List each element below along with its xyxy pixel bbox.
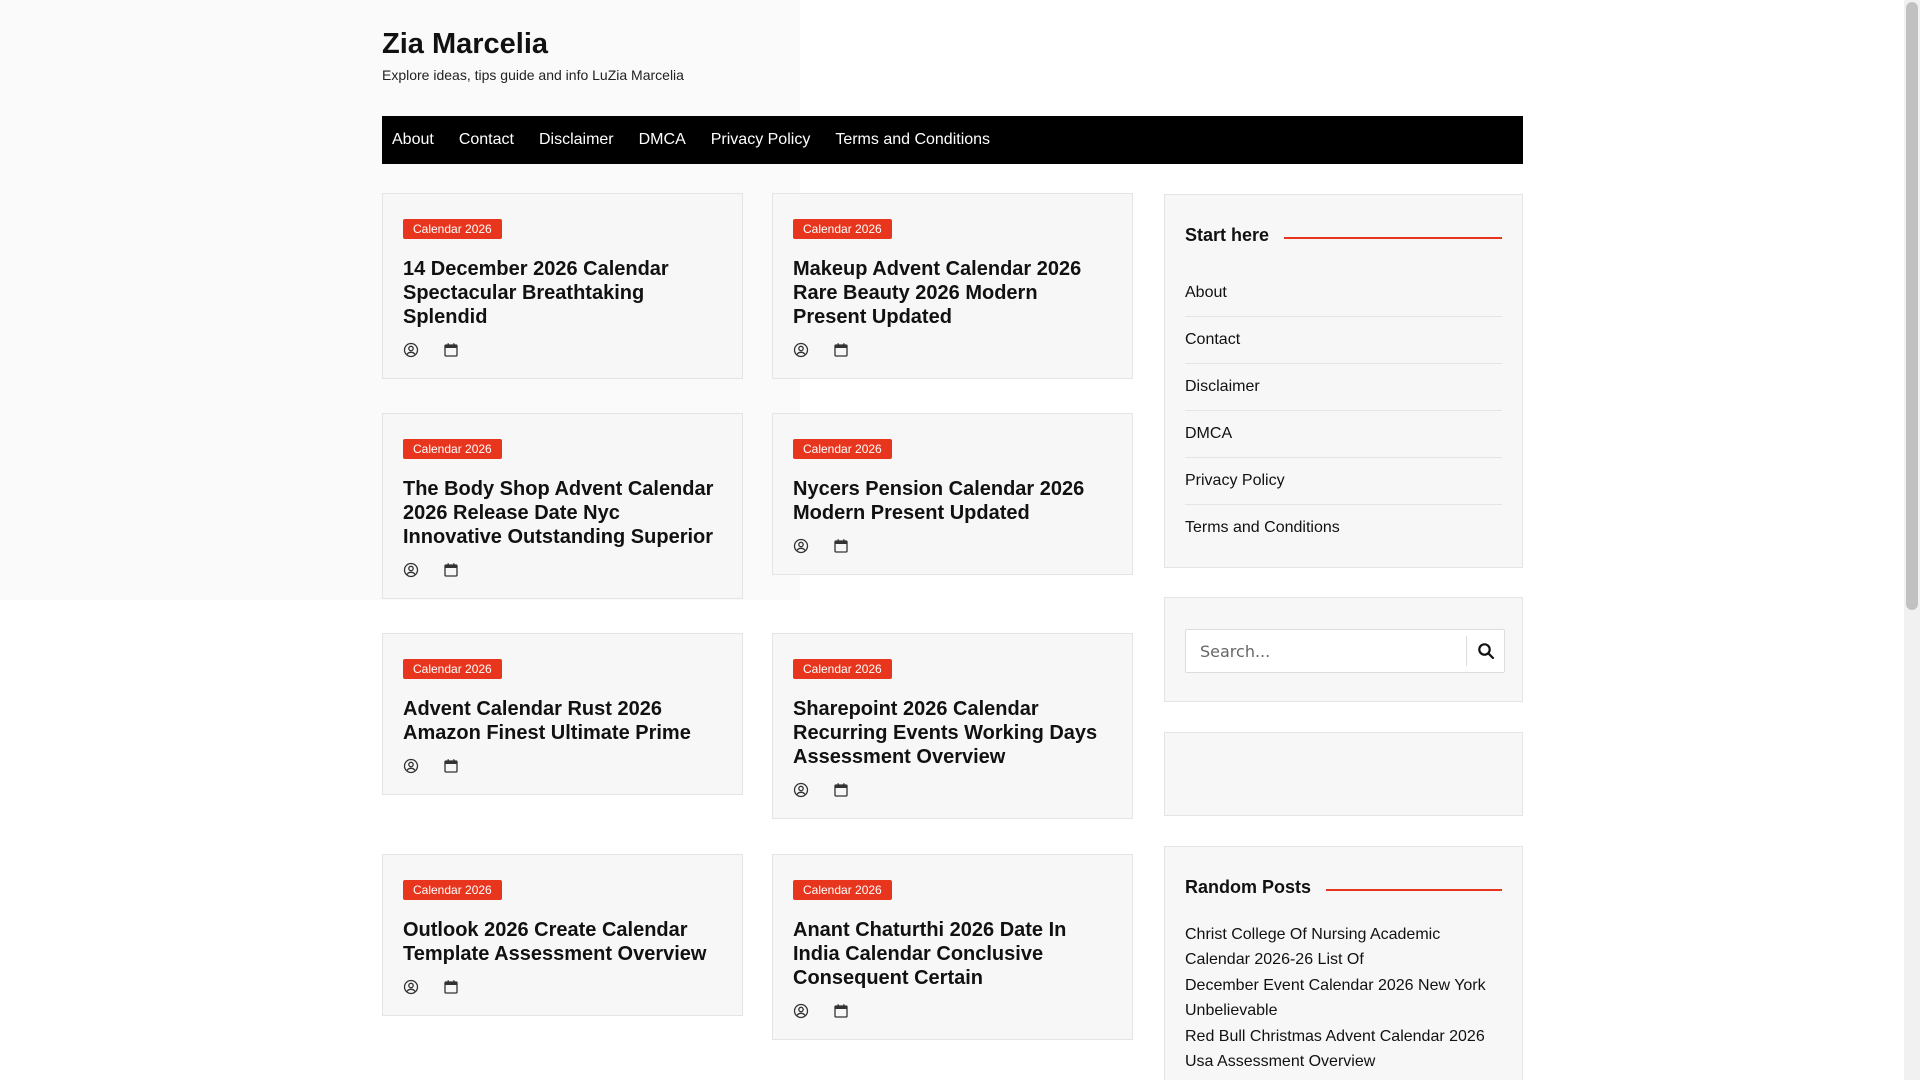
sidebar-item-contact[interactable]: Contact <box>1185 317 1502 364</box>
post-title[interactable]: Advent Calendar Rust 2026 Amazon Finest … <box>403 697 722 745</box>
search-button[interactable] <box>1466 636 1504 666</box>
nav-item-dmca[interactable]: DMCA <box>639 131 686 149</box>
nav-item-terms[interactable]: Terms and Conditions <box>835 131 990 149</box>
user-circle-icon[interactable] <box>793 342 809 358</box>
user-circle-icon[interactable] <box>403 562 419 578</box>
post-meta <box>793 342 1112 358</box>
post-card: Calendar 2026 14 December 2026 Calendar … <box>382 193 743 379</box>
category-badge[interactable]: Calendar 2026 <box>793 439 892 459</box>
category-badge[interactable]: Calendar 2026 <box>403 439 502 459</box>
calendar-icon[interactable] <box>833 342 849 358</box>
calendar-icon[interactable] <box>833 782 849 798</box>
search-icon <box>1477 643 1494 660</box>
post-meta <box>793 782 1112 798</box>
post-card: Calendar 2026 Outlook 2026 Create Calend… <box>382 854 743 1016</box>
post-title[interactable]: Outlook 2026 Create Calendar Template As… <box>403 918 722 966</box>
user-circle-icon[interactable] <box>403 758 419 774</box>
widget-heading: Random Posts <box>1185 877 1502 898</box>
post-title[interactable]: Makeup Advent Calendar 2026 Rare Beauty … <box>793 257 1112 329</box>
post-meta <box>403 979 722 995</box>
post-title[interactable]: Nycers Pension Calendar 2026 Modern Pres… <box>793 477 1112 525</box>
user-circle-icon[interactable] <box>793 1003 809 1019</box>
post-card: Calendar 2026 Nycers Pension Calendar 20… <box>772 413 1133 575</box>
post-card: Calendar 2026 Sharepoint 2026 Calendar R… <box>772 633 1133 819</box>
post-title[interactable]: Sharepoint 2026 Calendar Recurring Event… <box>793 697 1112 769</box>
calendar-icon[interactable] <box>833 1003 849 1019</box>
sidebar-item-disclaimer[interactable]: Disclaimer <box>1185 364 1502 411</box>
category-badge[interactable]: Calendar 2026 <box>793 880 892 900</box>
category-badge[interactable]: Calendar 2026 <box>403 880 502 900</box>
random-post-link[interactable]: Red Bull Christmas Advent Calendar 2026 … <box>1185 1024 1502 1074</box>
post-meta <box>793 538 1112 554</box>
search-form <box>1185 629 1505 673</box>
post-card: Calendar 2026 The Body Shop Advent Calen… <box>382 413 743 599</box>
start-links: About Contact Disclaimer DMCA Privacy Po… <box>1185 270 1502 551</box>
sidebar-item-about[interactable]: About <box>1185 270 1502 317</box>
post-card: Calendar 2026 Advent Calendar Rust 2026 … <box>382 633 743 795</box>
post-card: Calendar 2026 Anant Chaturthi 2026 Date … <box>772 854 1133 1040</box>
post-title[interactable]: 14 December 2026 Calendar Spectacular Br… <box>403 257 722 329</box>
user-circle-icon[interactable] <box>403 342 419 358</box>
calendar-icon[interactable] <box>443 979 459 995</box>
random-post-link[interactable]: Christ College Of Nursing Academic Calen… <box>1185 922 1502 972</box>
widget-heading-text: Start here <box>1185 225 1270 245</box>
post-title[interactable]: The Body Shop Advent Calendar 2026 Relea… <box>403 477 722 549</box>
post-title[interactable]: Anant Chaturthi 2026 Date In India Calen… <box>793 918 1112 990</box>
nav-item-contact[interactable]: Contact <box>459 131 514 149</box>
calendar-icon[interactable] <box>833 538 849 554</box>
post-meta <box>793 1003 1112 1019</box>
random-post-link[interactable]: December Event Calendar 2026 New York Un… <box>1185 973 1502 1023</box>
sidebar-item-dmca[interactable]: DMCA <box>1185 411 1502 458</box>
widget-start-here: Start here About Contact Disclaimer DMCA… <box>1164 194 1523 568</box>
sidebar-item-privacy-policy[interactable]: Privacy Policy <box>1185 458 1502 505</box>
search-input[interactable] <box>1186 630 1466 672</box>
scrollbar[interactable] <box>1904 0 1920 1080</box>
nav-item-disclaimer[interactable]: Disclaimer <box>539 131 614 149</box>
calendar-icon[interactable] <box>443 342 459 358</box>
widget-empty <box>1164 732 1523 816</box>
heading-divider <box>1284 236 1502 239</box>
scrollbar-thumb[interactable] <box>1906 2 1918 610</box>
post-meta <box>403 758 722 774</box>
site-tagline: Explore ideas, tips guide and info LuZia… <box>382 67 684 83</box>
widget-heading: Start here <box>1185 225 1502 246</box>
category-badge[interactable]: Calendar 2026 <box>793 659 892 679</box>
nav-item-privacy-policy[interactable]: Privacy Policy <box>711 131 811 149</box>
widget-heading-text: Random Posts <box>1185 877 1312 897</box>
user-circle-icon[interactable] <box>403 979 419 995</box>
category-badge[interactable]: Calendar 2026 <box>403 659 502 679</box>
main-nav: About Contact Disclaimer DMCA Privacy Po… <box>382 116 1523 164</box>
site-title[interactable]: Zia Marcelia <box>382 28 548 61</box>
random-posts-list: Christ College Of Nursing Academic Calen… <box>1185 922 1502 1074</box>
user-circle-icon[interactable] <box>793 782 809 798</box>
post-meta <box>403 562 722 578</box>
heading-divider <box>1326 888 1502 891</box>
widget-random-posts: Random Posts Christ College Of Nursing A… <box>1164 846 1523 1080</box>
post-card: Calendar 2026 Makeup Advent Calendar 202… <box>772 193 1133 379</box>
sidebar-item-terms[interactable]: Terms and Conditions <box>1185 505 1502 551</box>
post-meta <box>403 342 722 358</box>
widget-search <box>1164 597 1523 702</box>
category-badge[interactable]: Calendar 2026 <box>403 219 502 239</box>
calendar-icon[interactable] <box>443 562 459 578</box>
category-badge[interactable]: Calendar 2026 <box>793 219 892 239</box>
nav-item-about[interactable]: About <box>392 131 434 149</box>
user-circle-icon[interactable] <box>793 538 809 554</box>
calendar-icon[interactable] <box>443 758 459 774</box>
